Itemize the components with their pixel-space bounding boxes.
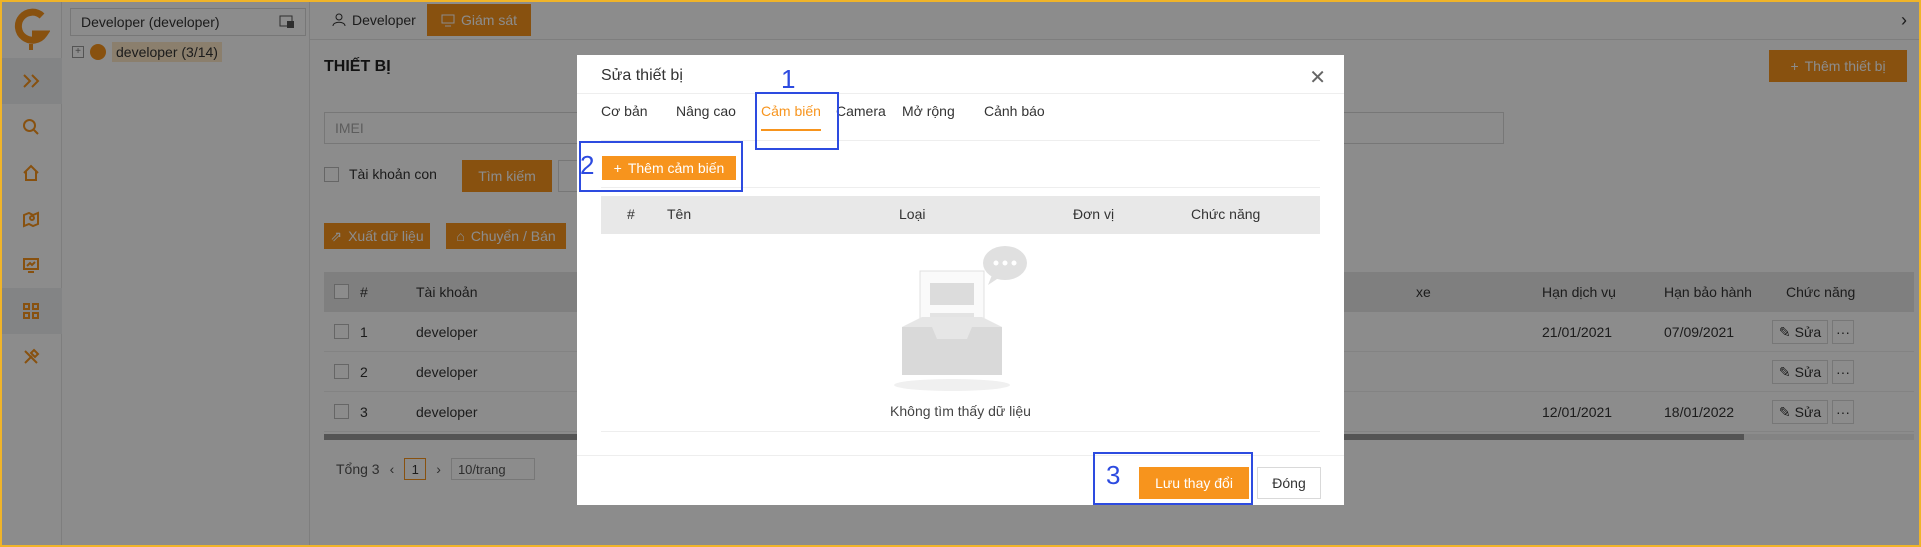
tab-advanced[interactable]: Nâng cao [676, 103, 736, 119]
annotation-number-2: 2 [580, 150, 595, 180]
empty-state-text: Không tìm thấy dữ liệu [890, 403, 1031, 419]
sensor-header-actions: Chức năng [1191, 206, 1261, 222]
tab-camera[interactable]: Camera [836, 103, 886, 119]
annotation-number-3: 3 [1106, 460, 1121, 490]
annotation-number-1: 1 [781, 64, 796, 94]
sensor-table-header: # Tên Loại Đơn vị Chức năng [601, 196, 1320, 234]
sensor-header-num: # [627, 206, 635, 222]
tab-extension[interactable]: Mở rộng [902, 103, 955, 119]
close-icon[interactable]: ✕ [1309, 65, 1326, 90]
tab-alerts[interactable]: Cảnh báo [984, 103, 1045, 119]
divider [577, 93, 1344, 94]
sensor-header-type: Loại [899, 206, 926, 222]
tab-basic[interactable]: Cơ bản [601, 103, 648, 119]
divider [601, 431, 1320, 432]
annotation-box-1 [755, 92, 839, 150]
empty-inbox-icon [894, 246, 1027, 391]
edit-device-modal: Sửa thiết bị ✕ Cơ bản Nâng cao Cảm biến … [577, 55, 1344, 505]
modal-title: Sửa thiết bị [601, 67, 683, 84]
sensor-header-unit: Đơn vị [1073, 206, 1115, 222]
annotation-box-2 [579, 141, 743, 192]
close-button[interactable]: Đóng [1257, 467, 1321, 499]
sensor-header-name: Tên [667, 206, 692, 222]
